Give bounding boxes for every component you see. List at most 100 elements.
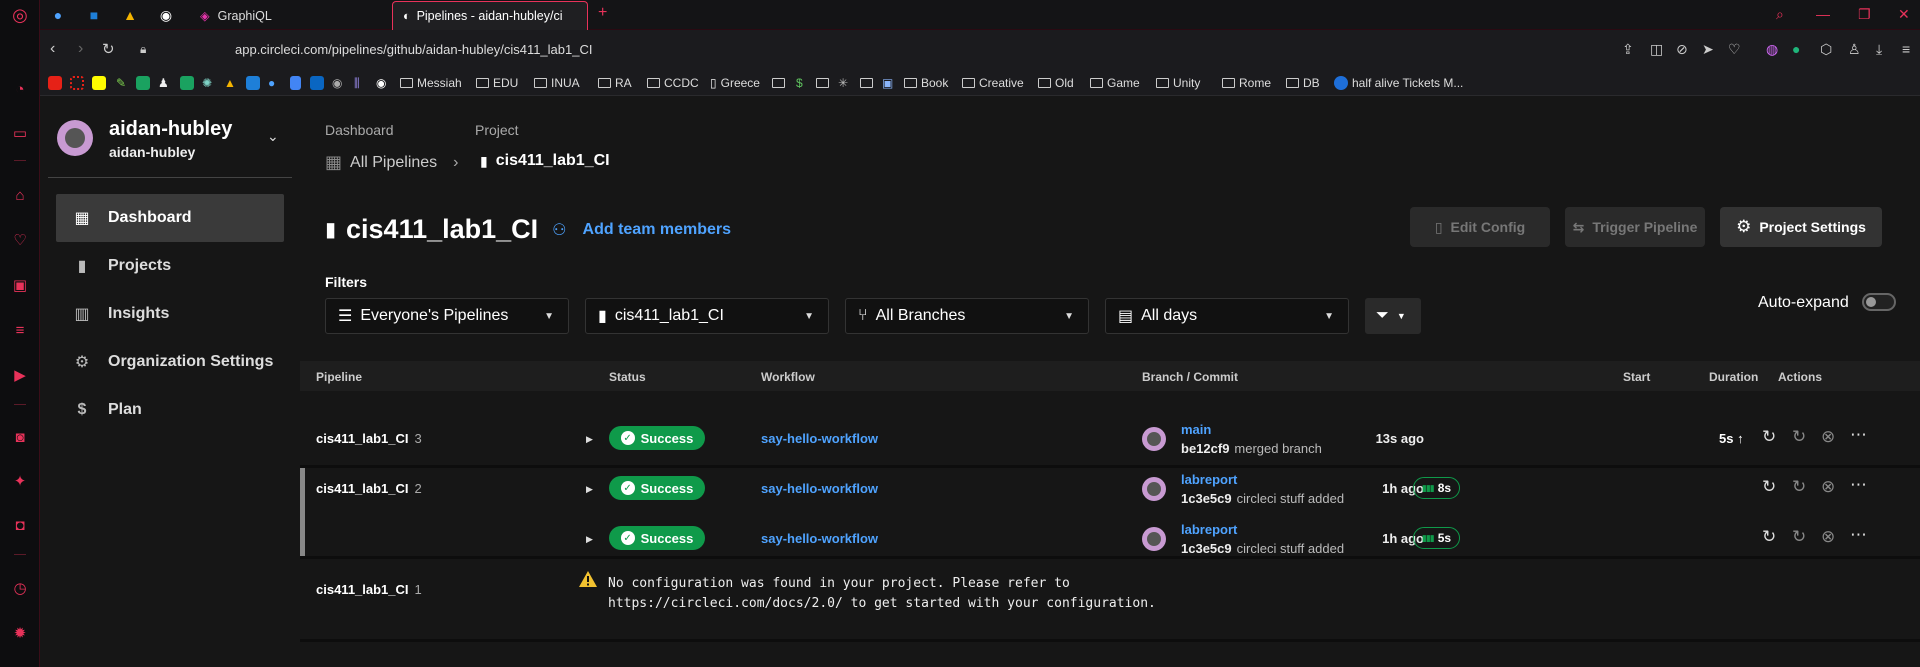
messenger-bookmark-icon[interactable]: ● (268, 75, 275, 91)
twitter-icon[interactable]: ✦ (9, 470, 31, 492)
share-icon[interactable]: ⇪ (1622, 41, 1634, 58)
github-bookmark-icon[interactable]: ◉ (376, 75, 386, 91)
workflow-link[interactable]: say-hello-workflow (761, 481, 878, 496)
globe-bookmark-icon[interactable]: ◉ (332, 75, 342, 91)
download-icon[interactable]: ⤓ (1876, 41, 1882, 58)
status-badge[interactable]: ✓ Success (609, 526, 705, 550)
duration-pill[interactable]: ▮▮▮ 8s (1413, 477, 1460, 499)
commit-info[interactable]: 1c3e5c9 circleci stuff added (1181, 541, 1344, 556)
speed-dial-icon[interactable]: ◔ (9, 78, 31, 100)
instagram-icon[interactable]: ◙ (9, 426, 31, 448)
bookmark-icon[interactable] (70, 75, 84, 91)
trigger-pipeline-button[interactable]: ⇆ Trigger Pipeline (1565, 207, 1705, 247)
drive-tab-icon[interactable]: ▲ (120, 5, 140, 25)
duration-pill[interactable]: ▮▮▮ 5s (1413, 527, 1460, 549)
branch-link[interactable]: main (1181, 422, 1211, 437)
opera-logo-icon[interactable]: ◎ (9, 4, 31, 26)
rerun-icon[interactable]: ↻ (1762, 427, 1776, 447)
sidebar-item-dashboard[interactable]: ▦ Dashboard (56, 194, 284, 242)
bookmark-folder-creative[interactable]: Creative (962, 75, 1024, 91)
sidebar-item-projects[interactable]: ▮ Projects (56, 242, 284, 290)
grammarly-icon[interactable]: ● (1792, 41, 1800, 57)
cancel-icon[interactable]: ⊗ (1821, 427, 1835, 447)
youtube-bookmark-icon[interactable] (48, 75, 62, 91)
pipeline-name[interactable]: cis411_lab1_CI 3 (316, 431, 422, 446)
new-tab-icon[interactable]: + (598, 4, 607, 22)
org-avatar[interactable] (57, 120, 93, 156)
pipelines-filter-dropdown[interactable]: ☰ Everyone's Pipelines ▼ (325, 298, 569, 334)
pen-bookmark-icon[interactable]: ✎ (116, 75, 126, 91)
adblock-icon[interactable]: ⊘ (1676, 41, 1688, 58)
reload-icon[interactable]: ↻ (102, 40, 115, 58)
more-options-icon[interactable]: ⋯ (1850, 425, 1867, 445)
branch-link[interactable]: labreport (1181, 472, 1237, 487)
commit-info[interactable]: 1c3e5c9 circleci stuff added (1181, 491, 1344, 506)
bookmark-folder-ccdc[interactable]: CCDC (647, 75, 699, 91)
send-icon[interactable]: ➤ (1702, 41, 1714, 58)
dollar-bookmark-icon[interactable]: $ (796, 75, 803, 91)
status-badge[interactable]: ✓ Success (609, 476, 705, 500)
branch-filter-dropdown[interactable]: ⑂ All Branches ▼ (845, 298, 1089, 334)
workflow-link[interactable]: say-hello-workflow (761, 431, 878, 446)
bookmark-folder-messiah[interactable]: Messiah (400, 75, 462, 91)
outlook-bookmark-icon[interactable] (246, 75, 260, 91)
home-icon[interactable]: ⌂ (9, 184, 31, 206)
add-team-members-link[interactable]: Add team members (583, 221, 732, 239)
react-bookmark-icon[interactable]: ✳ (838, 75, 848, 91)
search-icon[interactable]: ⌕ (1776, 6, 1784, 23)
sidebar-item-organization-settings[interactable]: ⚙ Organization Settings (56, 338, 284, 386)
sheets-bookmark-icon[interactable] (136, 75, 150, 91)
project-settings-button[interactable]: ⚙ Project Settings (1720, 207, 1882, 247)
expand-triangle-icon[interactable]: ▶ (586, 534, 593, 545)
wave-bookmark-icon[interactable]: ⫼ (354, 75, 360, 91)
pipeline-name[interactable]: cis411_lab1_CI 2 (316, 481, 422, 496)
gamepad-icon[interactable]: ▣ (9, 274, 31, 296)
bookmark-folder-inua[interactable]: INUA (534, 75, 580, 91)
sidebar-item-insights[interactable]: ▥ Insights (56, 290, 284, 338)
edit-config-button[interactable]: ▯ Edit Config (1410, 207, 1550, 247)
bookmark-folder-unnamed[interactable] (772, 75, 785, 91)
document-bookmark-icon[interactable] (290, 75, 301, 91)
more-options-icon[interactable]: ⋯ (1850, 525, 1867, 545)
date-filter-dropdown[interactable]: ▤ All days ▼ (1105, 298, 1349, 334)
screen-bookmark-icon[interactable]: ▣ (882, 75, 893, 91)
sidebar-item-plan[interactable]: $ Plan (56, 386, 284, 434)
video-icon[interactable]: ▶ (9, 364, 31, 386)
workflow-link[interactable]: say-hello-workflow (761, 531, 878, 546)
branch-link[interactable]: labreport (1181, 522, 1237, 537)
easy-setup-icon[interactable]: ≡ (1902, 41, 1910, 57)
bookmark-folder-book[interactable]: Book (904, 75, 948, 91)
commit-info[interactable]: be12cf9 merged branch (1181, 441, 1322, 456)
rerun-icon[interactable]: ↻ (1762, 477, 1776, 497)
chess-bookmark-icon[interactable]: ♟ (158, 75, 169, 91)
restore-icon[interactable]: ❐ (1858, 6, 1871, 23)
close-window-icon[interactable]: ✕ (1898, 6, 1910, 23)
settings-icon[interactable]: ✹ (9, 622, 31, 644)
docs-link[interactable]: https://circleci.com/docs/2.0/ to get st… (608, 594, 1308, 614)
advanced-filter-button[interactable]: ⏷ ▼ (1365, 298, 1421, 334)
github-tab-icon[interactable]: ◉ (156, 5, 176, 25)
snapchat-bookmark-icon[interactable] (92, 75, 106, 91)
bookmark-folder-ra[interactable]: RA (598, 75, 632, 91)
url-input[interactable]: app.circleci.com/pipelines/github/aidan-… (235, 42, 592, 57)
bookmark-folder-unity[interactable]: Unity (1156, 75, 1200, 91)
favorite-icon[interactable]: ♡ (1728, 41, 1741, 58)
bookmark-folder-old[interactable]: Old (1038, 75, 1074, 91)
status-badge[interactable]: ✓ Success (609, 426, 705, 450)
bookmark-folder-rome[interactable]: Rome (1222, 75, 1271, 91)
camera-icon[interactable]: ◫ (1650, 41, 1663, 58)
rerun-from-failed-icon[interactable]: ↻ (1792, 527, 1806, 547)
sheets2-bookmark-icon[interactable] (180, 75, 194, 91)
bookmark-folder-db[interactable]: DB (1286, 75, 1320, 91)
expand-triangle-icon[interactable]: ▶ (586, 484, 593, 495)
discord-icon[interactable]: ◘ (9, 514, 31, 536)
forward-icon[interactable]: › (78, 40, 83, 58)
profile-icon[interactable]: ♙ (1848, 41, 1861, 58)
cancel-icon[interactable]: ⊗ (1821, 527, 1835, 547)
bookmark-folder-edu[interactable]: EDU (476, 75, 518, 91)
list-icon[interactable]: ≡ (9, 319, 31, 341)
breadcrumb-all-pipelines[interactable]: ▦ All Pipelines › (325, 152, 459, 173)
drive-bookmark-icon[interactable]: ▲ (224, 75, 236, 91)
cancel-icon[interactable]: ⊗ (1821, 477, 1835, 497)
chatgpt-bookmark-icon[interactable]: ✺ (202, 75, 212, 91)
